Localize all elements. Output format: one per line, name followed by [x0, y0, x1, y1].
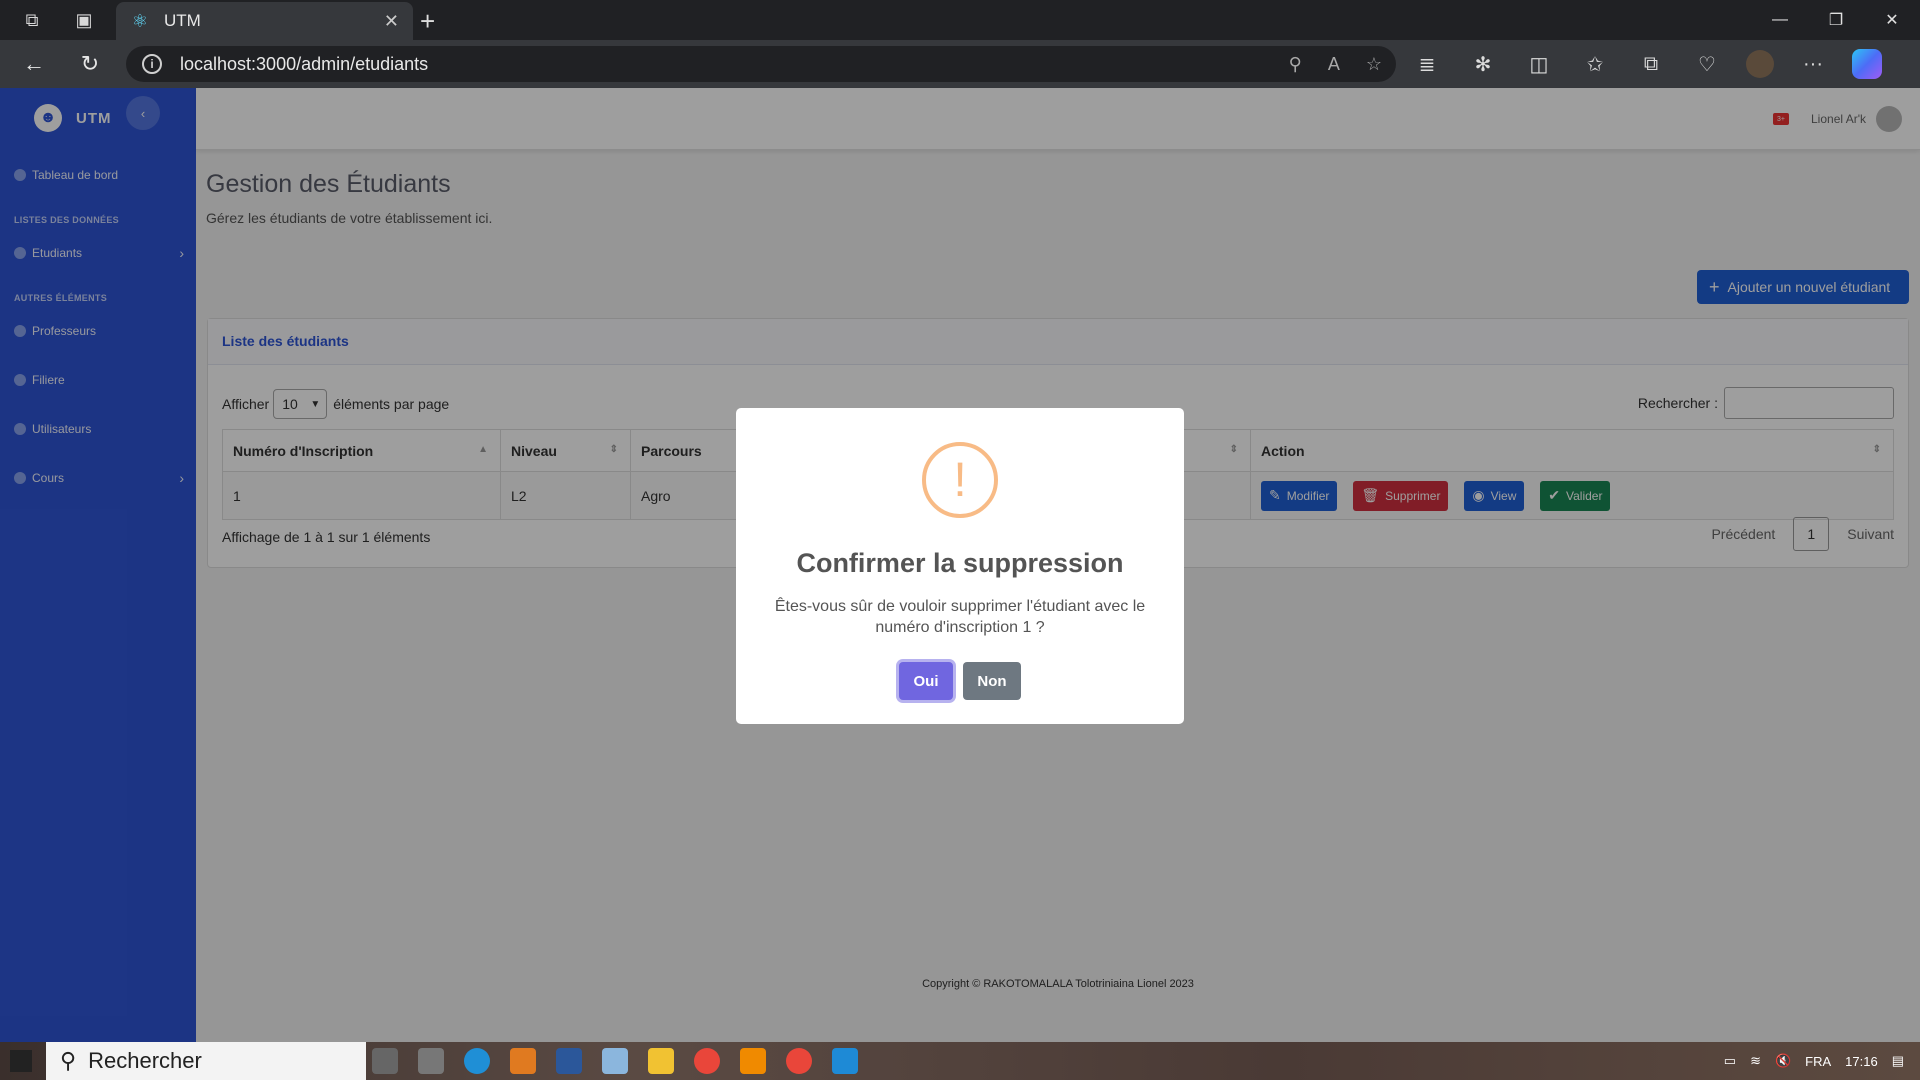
site-info-icon[interactable]: i: [142, 54, 162, 74]
collections-icon[interactable]: ⧉: [1634, 53, 1668, 76]
url-text: localhost:3000/admin/etudiants: [180, 53, 429, 74]
warning-icon: !: [922, 442, 998, 518]
chrome-icon[interactable]: [694, 1048, 720, 1074]
confirm-no-button[interactable]: Non: [963, 662, 1021, 700]
confirm-yes-button[interactable]: Oui: [899, 662, 953, 700]
vlc-icon[interactable]: [740, 1048, 766, 1074]
wifi-icon[interactable]: ≋: [1750, 1053, 1761, 1069]
minimize-icon[interactable]: —: [1752, 0, 1808, 40]
photos-icon[interactable]: [602, 1048, 628, 1074]
task-view-icon[interactable]: [372, 1048, 398, 1074]
profile-avatar[interactable]: [1746, 50, 1774, 78]
workspaces-icon[interactable]: ⧉: [12, 0, 52, 40]
taskbar-search[interactable]: ⚲ Rechercher: [46, 1042, 366, 1080]
restore-icon[interactable]: ❐: [1808, 0, 1864, 40]
copilot-icon[interactable]: [1852, 49, 1882, 79]
volume-icon[interactable]: 🔇: [1775, 1053, 1791, 1069]
language-indicator[interactable]: FRA: [1805, 1054, 1831, 1069]
notifications-icon[interactable]: ▤: [1892, 1053, 1904, 1069]
more-icon[interactable]: ···: [1796, 53, 1830, 76]
taskbar-search-label: Rechercher: [88, 1048, 202, 1073]
refresh-icon[interactable]: ↻: [64, 40, 116, 88]
start-icon[interactable]: [10, 1050, 32, 1072]
system-tray: ▭ ≋ 🔇 FRA 17:16 ▤: [1724, 1042, 1904, 1080]
file-explorer-icon[interactable]: [648, 1048, 674, 1074]
react-icon: ⚛: [131, 10, 149, 31]
extension-icon[interactable]: ≣: [1410, 52, 1444, 77]
clock[interactable]: 17:16: [1845, 1054, 1878, 1069]
window-close-icon[interactable]: ✕: [1864, 0, 1920, 40]
battery-icon[interactable]: ▭: [1724, 1053, 1736, 1069]
split-screen-icon[interactable]: ◫: [1522, 52, 1556, 77]
extensions-icon[interactable]: ✻: [1466, 52, 1500, 77]
extensions-bar: ≣ ✻ ◫ ✩ ⧉ ♡ ···: [1410, 40, 1882, 88]
close-tab-icon[interactable]: ✕: [384, 11, 399, 32]
vscode-icon[interactable]: [832, 1048, 858, 1074]
back-icon[interactable]: ←: [8, 40, 60, 88]
chrome-icon[interactable]: [786, 1048, 812, 1074]
taskbar-apps: [372, 1042, 858, 1080]
tab-title: UTM: [164, 11, 201, 30]
browser-tab[interactable]: ⚛ UTM ✕: [116, 2, 413, 40]
dialog-actions: Oui Non: [736, 662, 1184, 700]
address-field[interactable]: i localhost:3000/admin/etudiants ⚲ A ☆: [126, 46, 1396, 82]
word-icon[interactable]: [556, 1048, 582, 1074]
browser-tab-bar: ⧉ ▣ ⚛ UTM ✕ + — ❐ ✕: [0, 0, 1920, 40]
windows-taskbar: ⚲ Rechercher ▭ ≋ 🔇 FRA 17:16 ▤: [0, 1042, 1920, 1080]
app-icon[interactable]: [510, 1048, 536, 1074]
edge-icon[interactable]: [464, 1048, 490, 1074]
dialog-title: Confirmer la suppression: [796, 548, 1124, 578]
read-aloud-icon[interactable]: A: [1328, 54, 1340, 75]
new-tab-icon[interactable]: +: [420, 6, 435, 37]
tab-actions-icon[interactable]: ▣: [64, 0, 104, 40]
confirm-delete-dialog: ! Confirmer la suppression Êtes-vous sûr…: [736, 408, 1184, 724]
settings-icon[interactable]: [418, 1048, 444, 1074]
favorites-icon[interactable]: ✩: [1578, 52, 1612, 77]
zoom-icon[interactable]: ⚲: [1289, 54, 1302, 75]
performance-icon[interactable]: ♡: [1690, 52, 1724, 77]
favorite-star-icon[interactable]: ☆: [1366, 54, 1382, 75]
search-icon: ⚲: [60, 1048, 77, 1073]
dialog-message: Êtes-vous sûr de vouloir supprimer l'étu…: [774, 598, 1146, 636]
